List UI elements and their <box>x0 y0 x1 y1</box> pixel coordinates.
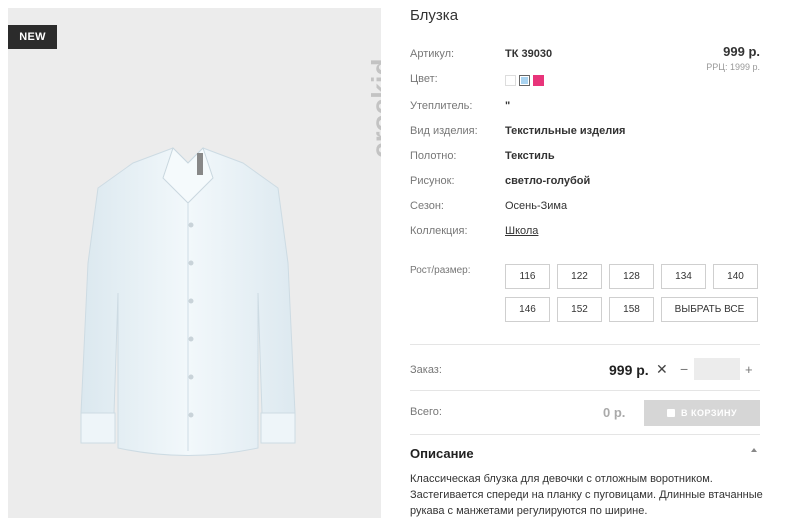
attr-label: Сезон: <box>410 200 444 212</box>
attr-label: Цвет: <box>410 73 438 85</box>
product-title: Блузка <box>410 7 459 24</box>
attr-label: Артикул: <box>410 48 455 60</box>
attr-value: ТК 39030 <box>505 48 553 60</box>
collapse-arrow-icon[interactable] <box>751 448 757 452</box>
order-label: Заказ: <box>410 364 442 376</box>
increase-quantity-button[interactable]: + <box>745 362 753 377</box>
attr-value: светло-голубой <box>505 175 591 187</box>
attr-value: Текстиль <box>505 150 555 162</box>
attr-value: " <box>505 100 511 112</box>
attr-label: Полотно: <box>410 150 457 162</box>
size-button[interactable]: 146 <box>505 297 550 322</box>
size-button[interactable]: 134 <box>661 264 706 289</box>
new-badge: NEW <box>8 25 57 49</box>
size-button[interactable]: 116 <box>505 264 550 289</box>
shirt-image <box>80 147 296 456</box>
description-title[interactable]: Описание <box>410 446 474 461</box>
product-image[interactable]: NEW crockid <box>8 8 381 518</box>
collection-link[interactable]: Школа <box>505 225 538 237</box>
color-swatch-lightblue[interactable] <box>519 75 530 86</box>
quantity-input[interactable] <box>694 358 740 380</box>
decrease-quantity-button[interactable]: − <box>680 361 688 377</box>
total-label: Всего: <box>410 406 442 418</box>
color-swatches <box>505 75 544 87</box>
attr-label: Вид изделия: <box>410 125 478 137</box>
size-label: Рост/размер: <box>410 265 471 276</box>
rrp-price: РРЦ: 1999 р. <box>706 62 760 72</box>
color-swatch-pink[interactable] <box>533 75 544 86</box>
add-to-cart-button[interactable]: В КОРЗИНУ <box>644 400 760 426</box>
remove-icon[interactable]: ✕ <box>656 361 668 378</box>
product-price: 999 р. <box>723 44 760 59</box>
divider <box>410 344 760 345</box>
attr-value: Текстильные изделия <box>505 125 626 137</box>
size-button[interactable]: 152 <box>557 297 602 322</box>
bag-icon <box>666 409 675 417</box>
select-all-sizes-button[interactable]: ВЫБРАТЬ ВСЕ <box>661 297 758 322</box>
size-button[interactable]: 128 <box>609 264 654 289</box>
brand-logo: crockid <box>366 58 381 158</box>
size-button[interactable]: 140 <box>713 264 758 289</box>
size-button[interactable]: 158 <box>609 297 654 322</box>
color-swatch-white[interactable] <box>505 75 516 86</box>
attr-label: Утеплитель: <box>410 100 473 112</box>
description-text: Классическая блузка для девочки с отложн… <box>410 473 763 517</box>
add-to-cart-label: В КОРЗИНУ <box>680 408 738 418</box>
divider <box>410 434 760 435</box>
attr-label: Рисунок: <box>410 175 455 187</box>
attr-label: Коллекция: <box>410 225 468 237</box>
divider <box>410 390 760 391</box>
size-button[interactable]: 122 <box>557 264 602 289</box>
order-price: 999 р. <box>609 362 649 378</box>
attr-value: Осень-Зима <box>505 200 568 212</box>
total-price: 0 р. <box>603 405 626 420</box>
